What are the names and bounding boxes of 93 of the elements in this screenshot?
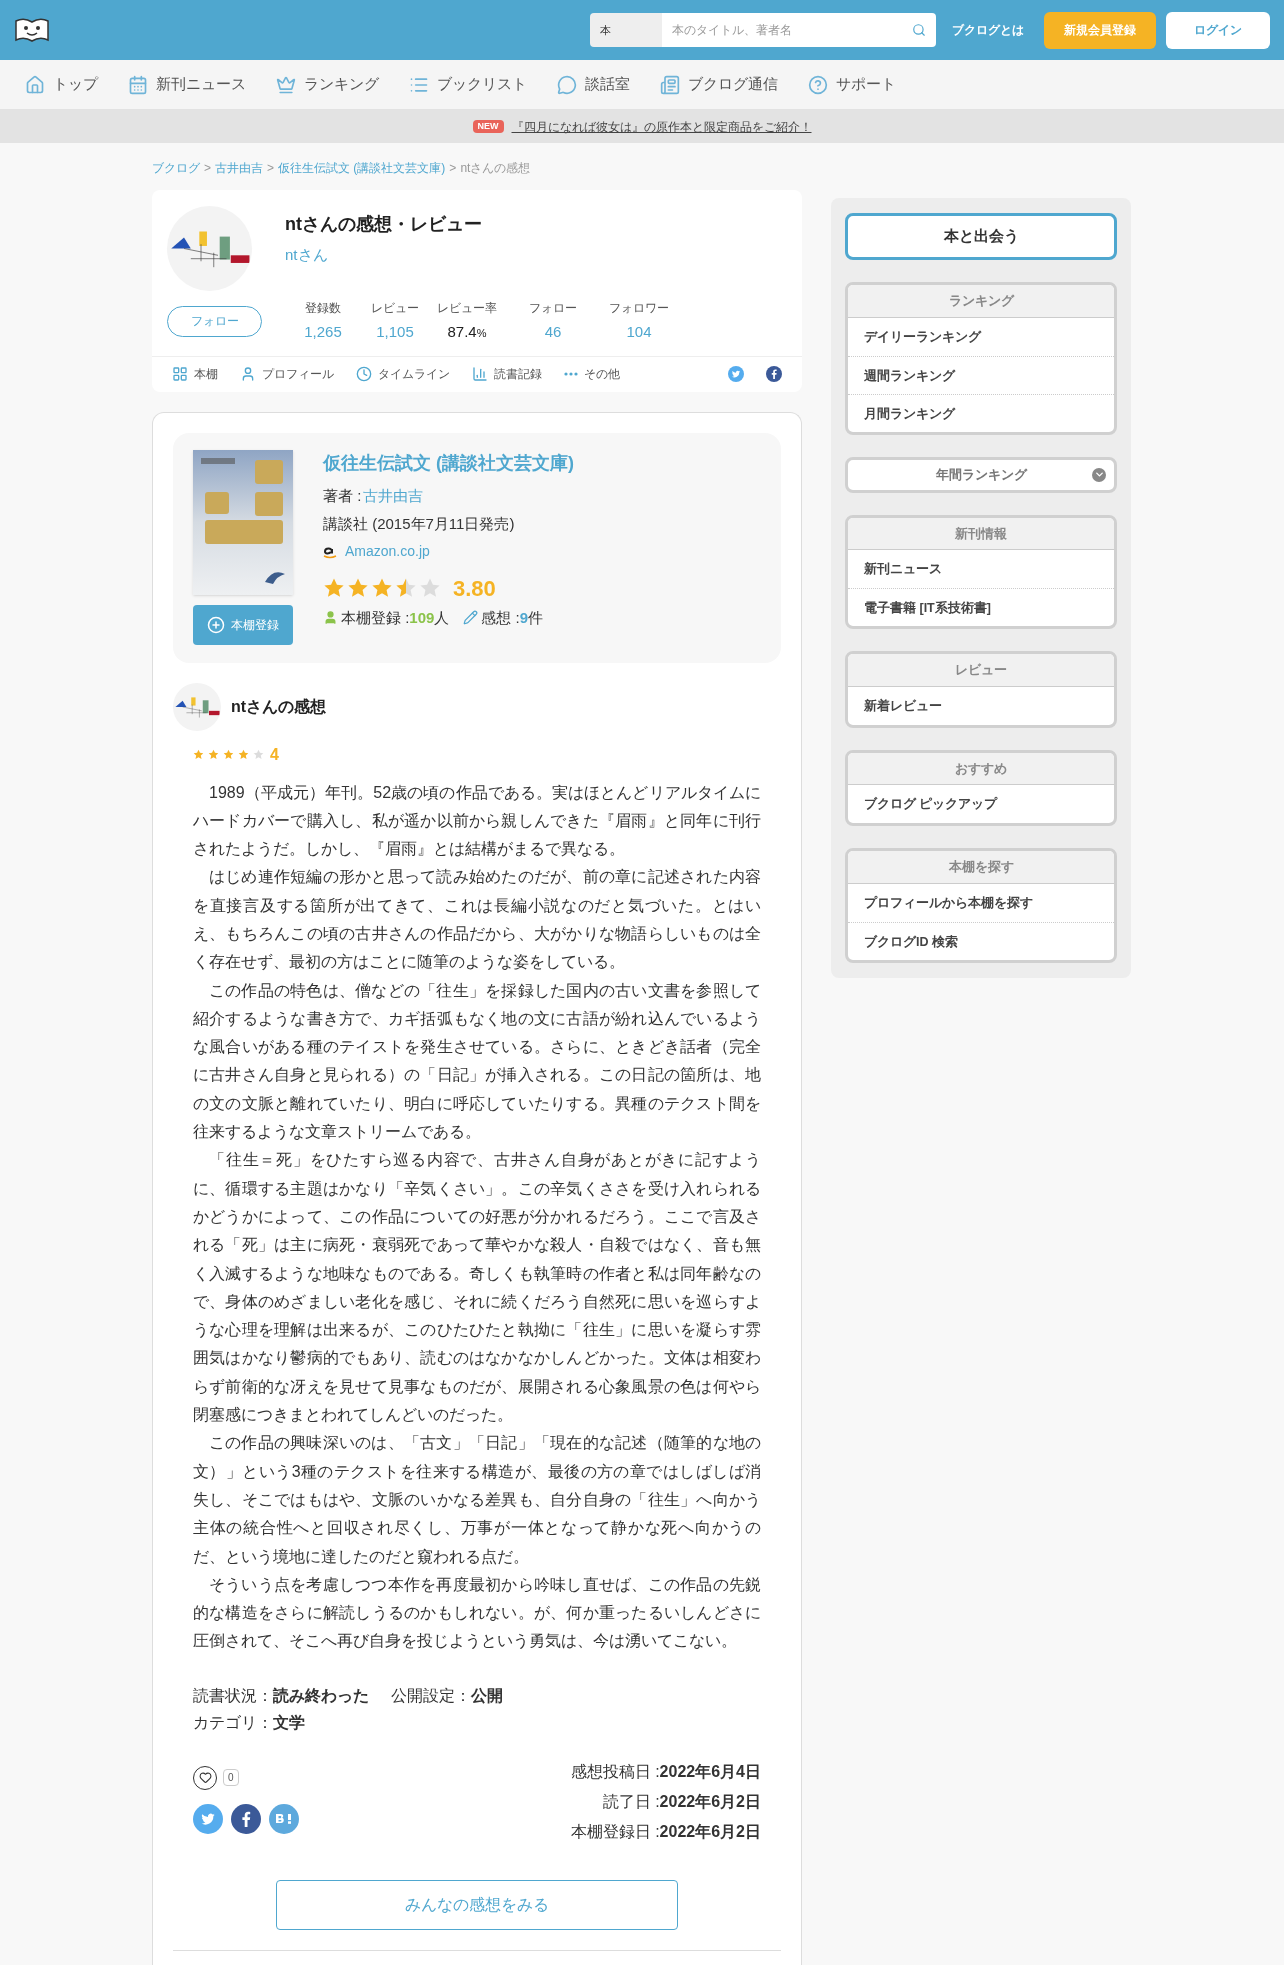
category-select[interactable]: 本 [590, 13, 662, 47]
sidebar-link[interactable]: ブクログ ピックアップ [848, 785, 1114, 823]
star-icon [253, 749, 264, 760]
sidebar-link[interactable]: 電子書籍 [IT系技術書] [848, 588, 1114, 626]
chevron-icon [1092, 467, 1106, 482]
review-rating: 4 [270, 744, 279, 765]
shelf-count-text: 本棚登録 :109人 [341, 607, 450, 628]
profile-tab[interactable]: 読書記録 [472, 365, 542, 383]
publisher-text: 講談社 (2015年7月11日発売) [323, 514, 516, 534]
sidebar-link[interactable]: 新刊ニュース [848, 550, 1114, 588]
review-count-text: 感想 :9件 [481, 607, 544, 628]
review-paragraph: この作品の特色は、僧などの「往生」を採録した国内の古い文書を参照して紹介するような書き方で、カギ括弧もなく地の文に古語が紛れ込んでいるような風合いがある種のテイストを発生させている。さらに、ときどき話者（完全に古井さん自身と見られる）の「日記」が挿入される。この日記の箇所は、地の文の文脈と離れていたり、明白に呼応していたりする。異種のテクスト間を往来するような文章ストリームである。 [193, 980, 761, 1143]
stat-label: レビュー率 [437, 300, 497, 317]
discover-books-button[interactable]: 本と出会う [845, 213, 1117, 260]
nav-link[interactable]: 談話室 [557, 73, 630, 96]
review-paragraph: はじめ連作短編の形かと思って読み始めたのだが、前の章に記述された内容を直接言及する箇所が出てきて、これは長編小説なのだと気づいた。とはいえ、もちろんこの頃の古井さんの作品だから、大がかりな物語らしいものは全く存在せず、最初の方はことに随筆のような姿をしている。 [193, 867, 761, 973]
pencil-icon [463, 610, 479, 626]
stat-label: フォロー [529, 300, 577, 317]
nav-link[interactable]: 新刊ニュース [128, 73, 246, 96]
star-icon [419, 577, 441, 599]
date-text: 読了日 :2022年6月2日 [602, 1791, 761, 1812]
announcement-link[interactable]: 『四月になれば彼女は』の原作本と限定商品をご紹介！ [511, 117, 812, 136]
profile-tab[interactable]: タイムライン [356, 365, 450, 383]
category-text: カテゴリ：文学 [193, 1713, 305, 1731]
date-text: 感想投稿日 :2022年6月4日 [570, 1761, 761, 1782]
nav-link[interactable]: サポート [808, 73, 896, 96]
panel-heading: おすすめ [848, 752, 1114, 785]
sidebar-link[interactable]: デイリーランキング [848, 317, 1114, 356]
crown-icon [276, 74, 296, 95]
person-icon [323, 610, 338, 626]
more-icon [564, 372, 578, 376]
home-icon [25, 74, 45, 95]
nav-link[interactable]: トップ [25, 73, 98, 96]
review-paragraph: この作品の興味深いのは、「古文」「日記」「現在的な記述（随筆的な地の文）」という3種のテクストを往来する構造が、最後の方の章ではしばしば消失し、そこではもはや、文脈のいかなる差異も、自分自身の「往生」へ向かう主体の統合性へと回収され尽くし、万事が一体となって静かな死へ向かうのだ、という境地に達したのだと窺われる点だ。 [193, 1433, 761, 1567]
calendar-icon [128, 74, 148, 95]
avatar-drawing [173, 682, 221, 731]
star-icon [193, 749, 204, 760]
breadcrumb-current: ntさんの感想 [460, 160, 531, 177]
star-icon [323, 577, 345, 599]
dropdown-button[interactable]: 年間ランキング [845, 456, 1117, 493]
bar-chart-icon [472, 366, 488, 382]
sidebar-link[interactable]: プロフィールから本棚を探す [848, 883, 1114, 922]
grid-icon [172, 366, 188, 382]
bookmark-share-icon[interactable] [269, 1803, 299, 1834]
profile-title: ntさんの感想・レビュー [285, 213, 482, 236]
panel-heading: レビュー [848, 654, 1114, 687]
review-paragraph: そういう点を考慮しつつ本作を再度最初から吟味し直せば、この作品の先鋭的な構造をさらに解読しうるのかもしれない。が、何か重ったるいしんどさに圧倒されて、そこへ再び自身を投じようという勇気は、今は湧いてこない。 [193, 1574, 761, 1652]
chat-bubble-icon [557, 74, 577, 95]
star-icon [347, 577, 369, 599]
sidebar-link[interactable]: 月間ランキング [848, 393, 1114, 432]
panel-heading: 新刊情報 [848, 517, 1114, 550]
nav-link[interactable]: ブクログ通信 [660, 73, 778, 96]
stat-label: フォロワー [609, 300, 669, 317]
author-label: 著者 : [323, 485, 362, 506]
breadcrumb-separator: > [204, 160, 211, 177]
star-icon [223, 749, 234, 760]
sidebar-link[interactable]: 週間ランキング [848, 355, 1114, 394]
clock-icon [356, 366, 372, 382]
book-logo-icon[interactable] [14, 17, 50, 43]
status-text: 読書状況：読み終わった [193, 1685, 369, 1706]
help-icon [808, 74, 828, 95]
plus-icon [207, 615, 225, 634]
breadcrumb-separator: > [267, 160, 275, 177]
star-icon [208, 749, 219, 760]
newspaper-icon [660, 74, 680, 95]
review-paragraph: 「往生＝死」をひたすら巡る内容で、古井さん自身があとがきに記すように、循環する主題はかなり「辛気くさい」。この辛気くささを受け入れられるかどうかによって、この作品についての好悪が分かれるだろう。ここで言及される「死」は主に病死・衰弱死であって華やかな殺人・自殺ではなく、音も無く入滅するような地味なものである。奇しくも執筆時の作者と私は同年齢なので、身体のめざましい老化を感じ、それに続くだろう自然死に思いを巡らすような心理を理解は出来るが、このひたひたと執拗に「往生」に思いを凝らす雰囲気はかなり鬱病的でもあり、読むのはなかなかしんどかった。文体は相変わらず前衛的な冴えを見せて見事なものだが、展開される心象風景の色は何やら閉塞感につきまとわれてしんどいのだった。 [193, 1150, 761, 1426]
sidebar-link[interactable]: ブクログID 検索 [848, 921, 1114, 960]
review-paragraph: 1989（平成元）年刊。52歳の頃の作品である。実はほとんどリアルタイムにハードカバーで購入し、私が遥か以前から親しんできた『眉雨』と同年に刊行されたようだ。しかし、『眉雨』とは結構がまるで異なる。 [193, 782, 761, 860]
facebook-share-icon[interactable] [231, 1803, 261, 1834]
like-count: 0 [223, 1769, 239, 1787]
new-badge: NEW [472, 119, 504, 134]
nav-link[interactable]: ランキング [276, 73, 379, 96]
status-text: 公開設定：公開 [391, 1685, 503, 1706]
panel-heading: ランキング [848, 285, 1114, 318]
star-icon [238, 749, 249, 760]
facebook-icon[interactable] [766, 366, 782, 382]
date-text: 本棚登録日 :2022年6月2日 [570, 1821, 761, 1842]
user-icon [240, 366, 256, 382]
stat-label: 登録数 [305, 300, 341, 317]
stat-label: レビュー [371, 300, 419, 317]
breadcrumb-separator: > [449, 160, 457, 177]
average-rating: 3.80 [453, 574, 496, 603]
nav-link[interactable]: ブックリスト [409, 73, 527, 96]
panel-heading: 本棚を探す [848, 851, 1114, 884]
heart-icon [198, 1771, 212, 1785]
profile-tab[interactable]: プロフィール [240, 365, 334, 383]
profile-tab[interactable]: 本棚 [172, 365, 218, 383]
profile-tab[interactable]: その他 [564, 365, 620, 383]
stat-value: 87.4% [447, 322, 487, 342]
star-icon [371, 577, 393, 599]
review-heading: ntさんの感想 [231, 696, 327, 717]
sidebar-link[interactable]: 新着レビュー [848, 686, 1114, 725]
star-icon [395, 577, 417, 599]
